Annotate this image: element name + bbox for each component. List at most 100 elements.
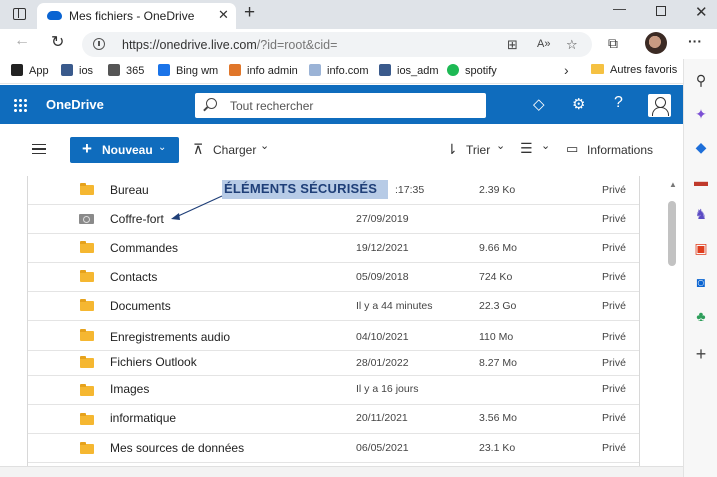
add-favorite-icon[interactable]: ☆ [566,37,578,53]
tab-actions-icon[interactable] [13,8,26,20]
info-button[interactable]: Informations [587,143,653,157]
table-row[interactable]: Fichiers Outlook 28/01/2022 8.27 Mo Priv… [28,351,639,376]
new-button[interactable]: + Nouveau ⌄ [70,137,179,163]
folder-icon [80,241,94,253]
bookmark-item[interactable]: Bing wm [158,64,218,77]
edge-sidebar: ⚲ ✦ ◆ ▬ ♞ ▣ ◙ ♣ + [683,59,717,477]
table-row[interactable]: Commandes 19/12/2021 9.66 Mo Privé [28,234,639,263]
folder-icon [80,329,94,341]
file-name[interactable]: Mes sources de données [110,441,244,455]
bookmark-item[interactable]: App [11,64,49,77]
address-bar-row: ← ↻ https://onedrive.live.com/?id=root&c… [0,29,717,59]
file-name[interactable]: Images [110,382,149,396]
app-available-icon[interactable]: ⊞ [507,37,518,53]
table-row[interactable]: Images Il y a 16 jours Privé [28,376,639,405]
table-row[interactable]: Enregistrements audio 04/10/2021 110 Mo … [28,321,639,351]
table-row[interactable]: Documents Il y a 44 minutes 22.3 Go Priv… [28,292,639,321]
url-text[interactable]: https://onedrive.live.com/?id=root&cid= [122,38,337,52]
vault-icon [79,214,94,224]
onedrive-cloud-icon [47,11,62,20]
bookmark-icon [158,64,170,76]
scrollbar-thumb[interactable] [668,201,676,266]
table-row[interactable]: Mes sources de données 06/05/2021 23.1 K… [28,434,639,463]
bookmark-item[interactable]: ios [61,64,93,77]
table-row[interactable]: informatique 20/11/2021 3.56 Mo Privé [28,405,639,434]
menu-hamburger-icon[interactable] [32,144,46,154]
premium-diamond-icon[interactable]: ◇ [533,95,545,113]
bookmark-item[interactable]: 365 [108,64,144,77]
app-title[interactable]: OneDrive [46,97,104,112]
file-size: 110 Mo [479,331,514,343]
other-favorites[interactable]: Autres favoris [591,64,677,76]
minimize-button[interactable]: — [613,1,626,16]
file-modified: 28/01/2022 [356,357,409,369]
more-options-icon[interactable]: ··· [688,33,702,49]
profile-avatar[interactable] [645,32,667,54]
status-strip [0,466,683,477]
list-divider [639,176,640,466]
file-sharing: Privé [602,331,626,343]
back-arrow-icon[interactable]: ← [14,32,30,50]
copilot-sparkle-icon[interactable]: ✦ [693,106,709,122]
bookmark-item[interactable]: info.com [309,64,369,77]
file-name[interactable]: Contacts [110,270,157,284]
more-bookmarks-icon[interactable]: › [564,62,569,78]
read-aloud-icon[interactable]: A» [537,38,550,50]
title-bar: Mes fichiers - OneDrive ✕ + — ✕ [0,0,717,29]
account-avatar[interactable] [648,94,671,117]
sort-button[interactable]: Trier [466,143,490,157]
file-sharing: Privé [602,357,626,369]
file-name[interactable]: Bureau [110,183,149,197]
tab-close-icon[interactable]: ✕ [218,7,229,23]
file-size: 724 Ko [479,271,513,283]
app-launcher-icon[interactable] [13,98,27,112]
file-size: 9.66 Mo [479,242,517,254]
file-name[interactable]: informatique [110,411,176,425]
office-icon[interactable]: ▣ [693,240,709,256]
chevron-down-icon[interactable]: ⌄ [496,139,505,152]
settings-gear-icon[interactable]: ⚙ [572,95,585,113]
search-input[interactable]: Tout rechercher [195,93,486,118]
reload-icon[interactable]: ↻ [51,32,64,52]
upload-button[interactable]: Charger [213,143,256,157]
tree-icon[interactable]: ♣ [693,308,709,324]
file-sharing: Privé [602,412,626,424]
outlook-icon[interactable]: ◙ [693,274,709,290]
file-name[interactable]: Fichiers Outlook [110,355,197,369]
bookmark-item[interactable]: ios_adm [379,64,439,77]
bookmark-item[interactable]: info admin [229,64,298,77]
file-modified: Il y a 44 minutes [356,300,433,312]
folder-icon [80,413,94,425]
site-info-icon[interactable] [93,38,105,50]
table-row[interactable]: Coffre-fort 27/09/2019 Privé [28,205,639,234]
games-icon[interactable]: ♞ [693,206,709,222]
view-options-icon[interactable]: ☰ [520,140,533,157]
toolbox-icon[interactable]: ▬ [693,173,709,189]
bookmarks-bar: App ios 365 Bing wm info admin info.com … [0,59,683,84]
chevron-down-icon[interactable]: ⌄ [260,139,269,152]
table-row[interactable]: Contacts 05/09/2018 724 Ko Privé [28,263,639,292]
search-icon[interactable]: ⚲ [693,72,709,88]
file-name[interactable]: Coffre-fort [110,212,164,226]
add-icon[interactable]: + [693,345,709,363]
window-close-button[interactable]: ✕ [695,3,708,21]
file-size: 3.56 Mo [479,412,517,424]
info-icon: ▭ [566,141,579,156]
tag-icon[interactable]: ◆ [693,139,709,155]
file-modified: 05/09/2018 [356,271,409,283]
new-tab-button[interactable]: + [244,2,255,24]
file-name[interactable]: Commandes [110,241,178,255]
file-name[interactable]: Documents [110,299,171,313]
folder-icon [80,384,94,396]
scroll-up-icon[interactable]: ▲ [669,180,677,189]
url-field[interactable]: https://onedrive.live.com/?id=root&cid= … [82,32,592,57]
maximize-button[interactable] [656,6,666,16]
extensions-icon[interactable]: ⧉ [608,35,618,52]
browser-tab[interactable]: Mes fichiers - OneDrive ✕ [37,3,236,29]
file-name[interactable]: Enregistrements audio [110,330,230,344]
chevron-down-icon[interactable]: ⌄ [541,139,550,152]
folder-icon [80,442,94,454]
bookmark-item[interactable]: spotify [447,64,497,77]
folder-icon [80,299,94,311]
help-icon[interactable]: ? [614,94,623,112]
